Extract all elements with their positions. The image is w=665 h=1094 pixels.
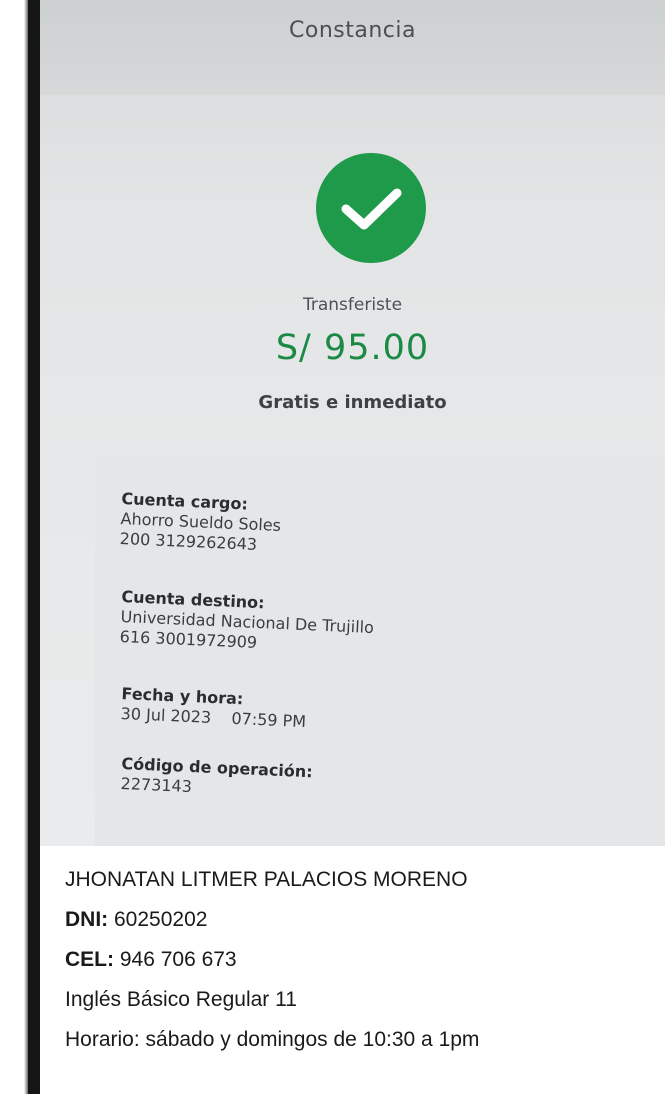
detail-cuenta-destino: Cuenta destino: Universidad Nacional De …	[119, 586, 375, 658]
check-icon	[341, 188, 402, 230]
cel-label: CEL:	[65, 948, 114, 971]
transfer-label: Transferiste	[302, 295, 403, 315]
page-title: Constancia	[289, 18, 416, 43]
cel-value: 946 706 673	[114, 948, 237, 971]
student-dni: DNI: 60250202	[65, 908, 207, 932]
student-name: JHONATAN LITMER PALACIOS MORENO	[65, 868, 468, 891]
transfer-note: Gratis e inmediato	[258, 392, 447, 413]
phone-screen: Constancia Transferiste S/ 95.00 Gratis …	[40, 0, 665, 846]
student-schedule: Horario: sábado y domingos de 10:30 a 1p…	[65, 1028, 480, 1051]
student-info: JHONATAN LITMER PALACIOS MORENO DNI: 602…	[40, 846, 665, 1094]
receipt-photo: Constancia Transferiste S/ 95.00 Gratis …	[0, 0, 665, 1094]
student-course: Inglés Básico Regular 11	[65, 988, 297, 1011]
student-cel: CEL: 946 706 673	[65, 948, 237, 972]
dni-value: 60250202	[108, 908, 208, 931]
phone-bezel	[28, 0, 40, 1094]
detail-codigo-operacion: Código de operación: 2273143	[120, 753, 313, 802]
detail-fecha-hora: Fecha y hora: 30 Jul 2023 07:59 PM	[120, 683, 307, 732]
detail-cuenta-cargo: Cuenta cargo: Ahorro Sueldo Soles 200 31…	[119, 488, 282, 556]
dni-label: DNI:	[65, 908, 109, 931]
header-bar: Constancia	[40, 0, 665, 95]
success-status	[316, 153, 426, 263]
transfer-amount: S/ 95.00	[275, 328, 430, 368]
